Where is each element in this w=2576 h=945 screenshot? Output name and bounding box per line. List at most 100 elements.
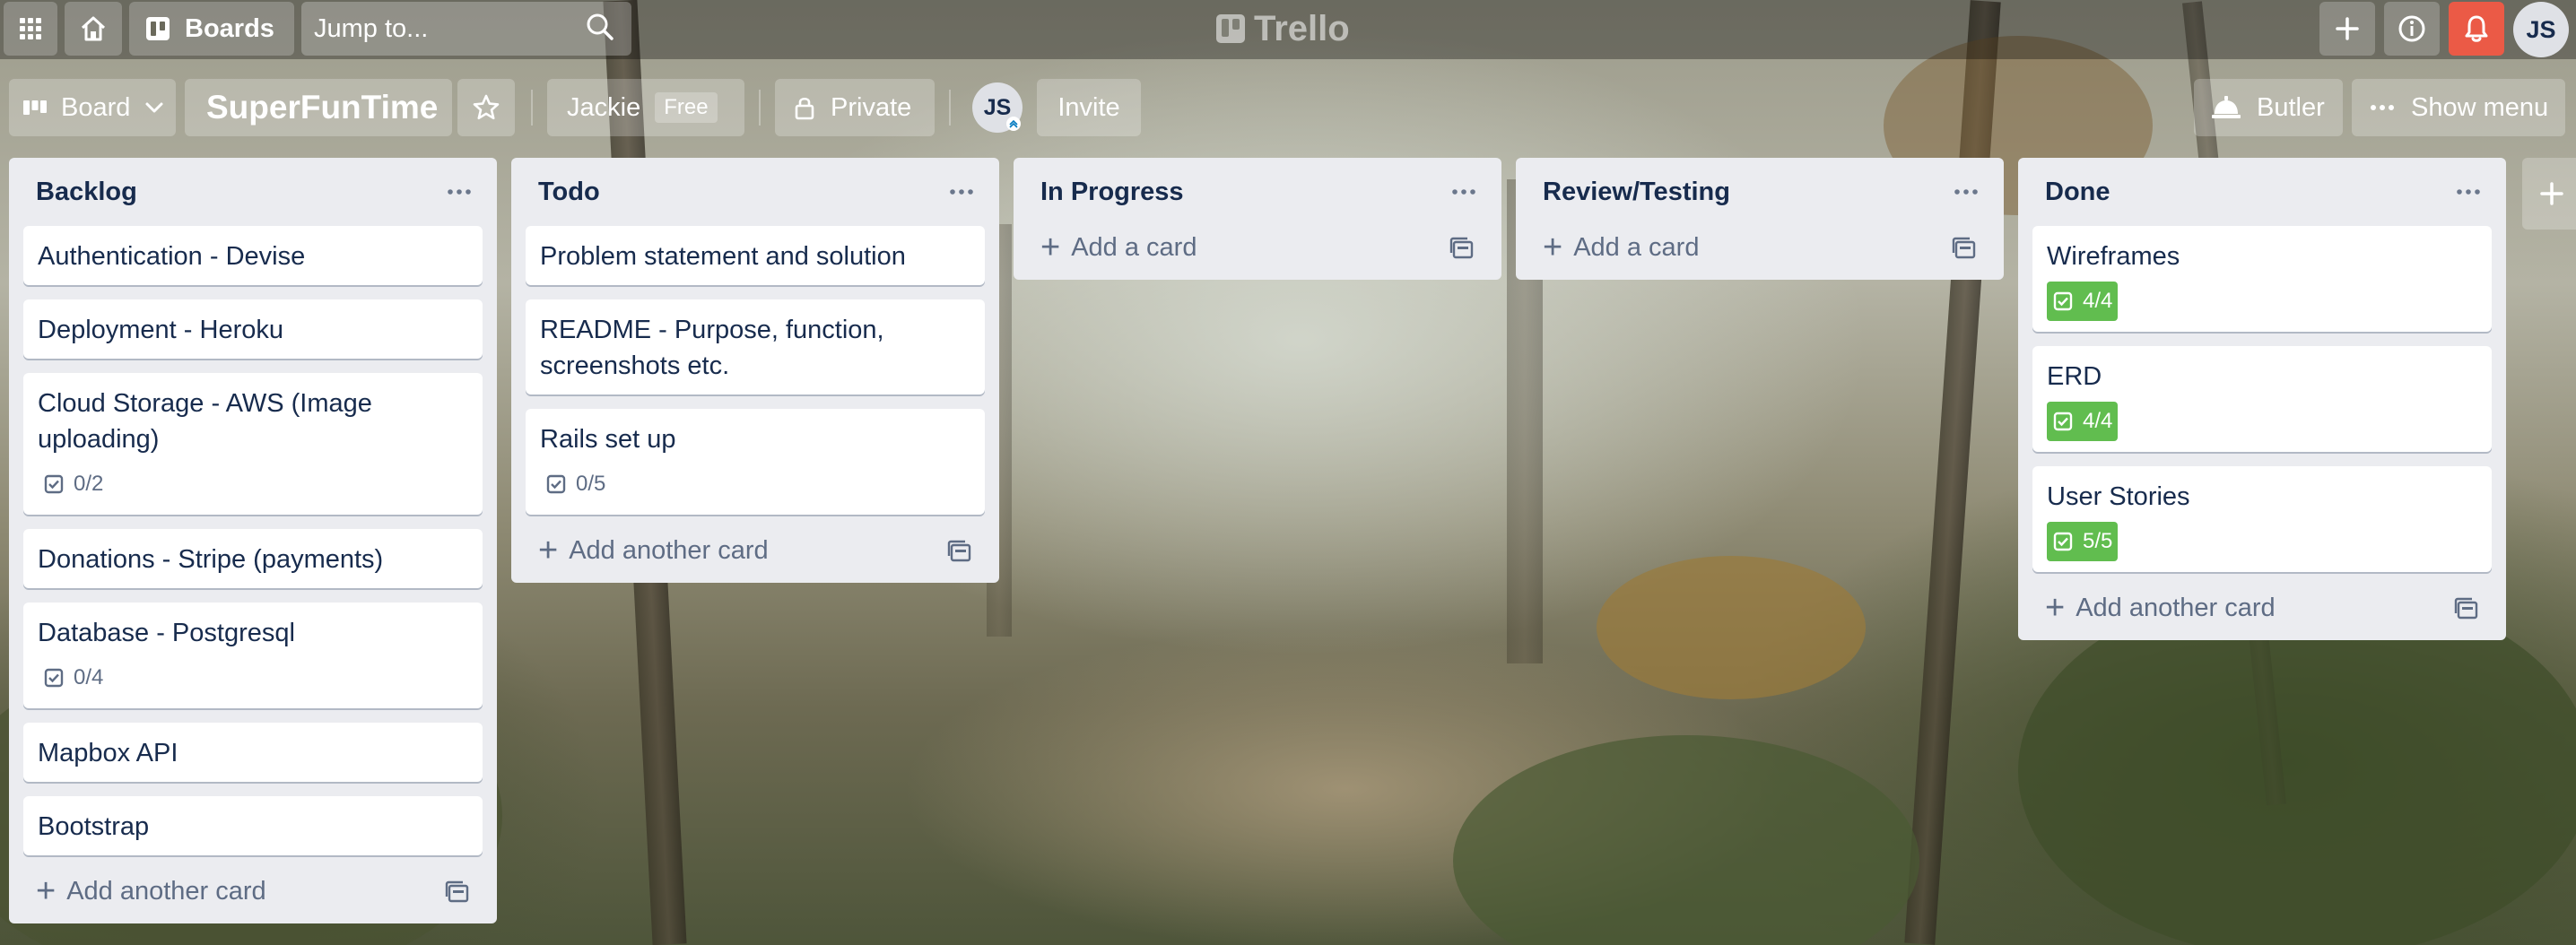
card-title: README - Purpose, function, screenshots … [540,316,884,380]
visibility-label: Private [831,92,912,122]
search-icon[interactable] [585,12,615,47]
list-in-progress: In Progress + Add a card [1014,158,1501,280]
card-template-icon[interactable] [947,540,972,570]
card[interactable]: Mapbox API [23,723,483,782]
list-header[interactable]: Done [2032,158,2492,226]
search-placeholder: Jump to... [314,13,429,43]
card[interactable]: User Stories 5/5 [2032,466,2492,572]
list-menu-dots-icon[interactable] [945,178,978,206]
checklist-complete-badge: 4/4 [2047,402,2119,441]
search-input[interactable]: Jump to... [301,2,631,56]
add-card-label: Add another card [569,535,769,565]
add-card-button[interactable]: + Add another card [2032,576,2492,640]
create-button[interactable] [2319,2,2375,56]
card[interactable]: Cloud Storage - AWS (Image uploading) 0/… [23,373,483,515]
header-divider [949,90,951,126]
checklist-count: 4/4 [2083,289,2113,313]
card-title: Bootstrap [38,812,150,841]
board-icon [146,17,170,40]
user-avatar[interactable]: JS [2513,2,2569,57]
boards-button[interactable]: Boards [129,2,294,56]
star-board-button[interactable] [457,79,515,136]
card[interactable]: Wireframes 4/4 [2032,226,2492,332]
information-button[interactable] [2384,2,2440,56]
plan-badge: Free [655,92,718,123]
add-card-button[interactable]: + Add another card [23,859,483,923]
list-title: In Progress [1040,177,1184,206]
board-view-switcher[interactable]: Board [9,79,176,136]
plus-icon: + [538,532,559,569]
card-title: Database - Postgresql [38,619,295,647]
board-title-button[interactable]: SuperFunTime [185,79,452,136]
app-switcher-button[interactable] [4,2,57,56]
checklist-badge: 0/4 [38,658,109,698]
list-menu-dots-icon[interactable] [1448,178,1480,206]
home-button[interactable] [65,2,122,56]
trello-logo[interactable]: Trello [1216,7,1350,50]
chevron-down-icon [145,102,163,113]
info-icon [2398,15,2425,42]
plus-icon [2540,182,2563,205]
card-template-icon[interactable] [1952,237,1977,267]
star-icon [473,94,500,120]
checkbox-icon [44,668,64,688]
card-title: User Stories [2047,482,2190,511]
checkbox-icon [546,474,566,494]
plus-icon: + [36,872,57,910]
board-view-icon [23,100,47,115]
list-menu-dots-icon[interactable] [443,178,475,206]
workspace-button[interactable]: Jackie Free [547,79,744,136]
list-menu-dots-icon[interactable] [1950,178,1982,206]
card[interactable]: ERD 4/4 [2032,346,2492,452]
more-dots-icon [2371,105,2394,110]
checklist-count: 0/4 [74,665,104,689]
board-view-label: Board [61,92,131,122]
checklist-badge: 0/2 [38,464,109,504]
add-list-button[interactable] [2522,158,2576,230]
butler-label: Butler [2257,92,2325,122]
admin-chevron-icon [1006,117,1021,131]
card[interactable]: Database - Postgresql 0/4 [23,603,483,708]
list-todo: Todo Problem statement and solution READ… [511,158,999,583]
header-divider [759,90,761,126]
card-template-icon[interactable] [2454,597,2479,628]
card[interactable]: Bootstrap [23,796,483,855]
grid-icon [20,18,41,39]
card[interactable]: README - Purpose, function, screenshots … [526,299,985,394]
butler-button[interactable]: Butler [2194,79,2343,136]
invite-button[interactable]: Invite [1037,79,1141,136]
add-card-button[interactable]: + Add a card [1028,215,1487,280]
lock-icon [795,97,814,120]
list-title: Review/Testing [1543,177,1730,206]
checkbox-icon [2053,532,2073,551]
add-card-label: Add another card [66,876,266,906]
list-menu-dots-icon[interactable] [2452,178,2485,206]
visibility-button[interactable]: Private [775,79,935,136]
add-card-button[interactable]: + Add a card [1530,215,1989,280]
checkbox-icon [2053,291,2073,311]
bell-icon [2465,15,2488,42]
plus-icon: + [1040,229,1061,266]
card-title: Mapbox API [38,739,178,767]
card[interactable]: Authentication - Devise [23,226,483,285]
list-header[interactable]: Backlog [23,158,483,226]
notifications-button[interactable] [2449,2,2504,56]
add-card-label: Add another card [2076,593,2276,622]
checklist-count: 5/5 [2083,529,2113,553]
boards-label: Boards [185,13,274,43]
card[interactable]: Donations - Stripe (payments) [23,529,483,588]
card[interactable]: Rails set up 0/5 [526,409,985,515]
card[interactable]: Deployment - Heroku [23,299,483,359]
checkbox-icon [44,474,64,494]
list-header[interactable]: Todo [526,158,985,226]
card[interactable]: Problem statement and solution [526,226,985,285]
card-template-icon[interactable] [1449,237,1475,267]
list-title: Todo [538,177,600,206]
card-title: Problem statement and solution [540,242,906,271]
card-template-icon[interactable] [445,880,470,911]
card-title: Donations - Stripe (payments) [38,545,384,574]
add-card-button[interactable]: + Add another card [526,518,985,583]
trello-logo-icon [1216,14,1245,43]
show-menu-button[interactable]: Show menu [2352,79,2565,136]
checklist-count: 0/5 [576,472,606,496]
